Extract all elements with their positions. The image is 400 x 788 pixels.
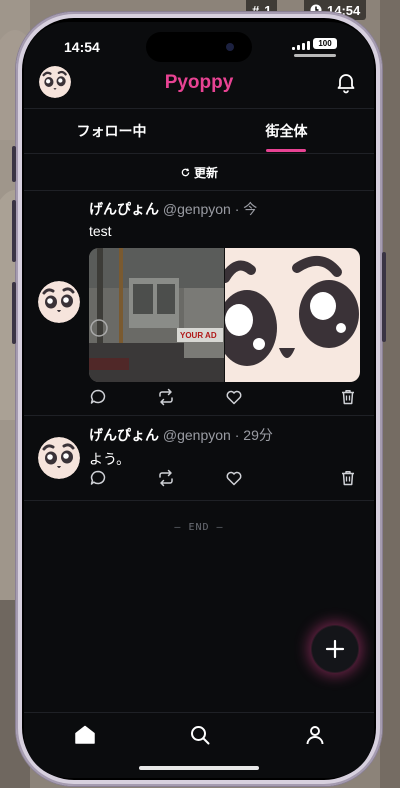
bottom-nav xyxy=(24,712,374,763)
dynamic-island xyxy=(146,32,252,62)
billboard-sign: YOUR AD xyxy=(180,331,217,340)
post-header: げんぴょん @genpyon · 29分 xyxy=(89,427,273,443)
reply-icon[interactable] xyxy=(89,388,107,406)
post-text: test xyxy=(89,223,112,239)
refresh-button[interactable]: 更新 xyxy=(24,154,374,190)
divider xyxy=(24,500,374,501)
media-image-street[interactable]: YOUR AD xyxy=(89,248,224,382)
signal-icon xyxy=(292,40,310,50)
post-actions xyxy=(89,388,361,408)
author-avatar[interactable] xyxy=(38,437,80,479)
author-handle: @genpyon xyxy=(162,201,231,217)
reply-icon[interactable] xyxy=(89,469,107,487)
trash-icon[interactable] xyxy=(339,388,357,406)
profile-icon[interactable] xyxy=(303,723,327,747)
avatar-face-icon xyxy=(38,437,80,479)
plus-icon xyxy=(325,639,345,659)
post-text: よう。 xyxy=(89,451,131,467)
tab-global[interactable]: 街全体 xyxy=(199,109,374,153)
bell-icon[interactable] xyxy=(334,70,358,94)
author-name[interactable]: げんぴょん xyxy=(89,427,159,443)
home-indicator[interactable] xyxy=(139,766,259,770)
trash-icon[interactable] xyxy=(339,469,357,487)
search-icon[interactable] xyxy=(188,723,212,747)
post-actions xyxy=(89,469,361,489)
feed-tabs: フォロー中 街全体 xyxy=(24,109,374,153)
app-screen: 14:54 100 Pyoppy フォロー中 街全体 更新 げんぴょん @gen… xyxy=(24,22,374,778)
volume-up-button xyxy=(12,200,16,262)
tab-following[interactable]: フォロー中 xyxy=(24,109,199,153)
post-header: げんぴょん @genpyon · 今 xyxy=(89,201,258,217)
post-time: 29分 xyxy=(243,427,273,443)
volume-down-button xyxy=(12,282,16,344)
power-button xyxy=(382,252,386,342)
media-image-face[interactable] xyxy=(223,248,360,382)
compose-button[interactable] xyxy=(312,626,358,672)
active-tab-indicator xyxy=(266,149,306,152)
app-title: Pyoppy xyxy=(164,72,234,93)
camera-icon xyxy=(226,43,234,51)
status-underline xyxy=(294,54,336,57)
author-avatar[interactable] xyxy=(38,281,80,323)
repost-icon[interactable] xyxy=(157,469,175,487)
app-header: Pyoppy xyxy=(24,62,374,108)
home-icon[interactable] xyxy=(73,723,97,747)
post: げんぴょん @genpyon · 29分 よう。 xyxy=(24,416,374,500)
end-of-feed-marker: — END — xyxy=(174,522,224,533)
refresh-icon xyxy=(181,167,190,176)
action-button xyxy=(12,146,16,182)
repost-icon[interactable] xyxy=(157,388,175,406)
post-media[interactable]: YOUR AD xyxy=(89,248,360,382)
author-handle: @genpyon xyxy=(162,427,231,443)
battery-indicator: 100 xyxy=(313,38,337,49)
status-time: 14:54 xyxy=(64,39,100,55)
avatar-face-icon xyxy=(38,281,80,323)
post-time: 今 xyxy=(243,201,258,217)
author-name[interactable]: げんぴょん xyxy=(89,201,159,217)
refresh-label: 更新 xyxy=(193,165,218,180)
post: げんぴょん @genpyon · 今 test YOUR AD xyxy=(24,190,374,416)
heart-icon[interactable] xyxy=(225,469,243,487)
heart-icon[interactable] xyxy=(225,388,243,406)
